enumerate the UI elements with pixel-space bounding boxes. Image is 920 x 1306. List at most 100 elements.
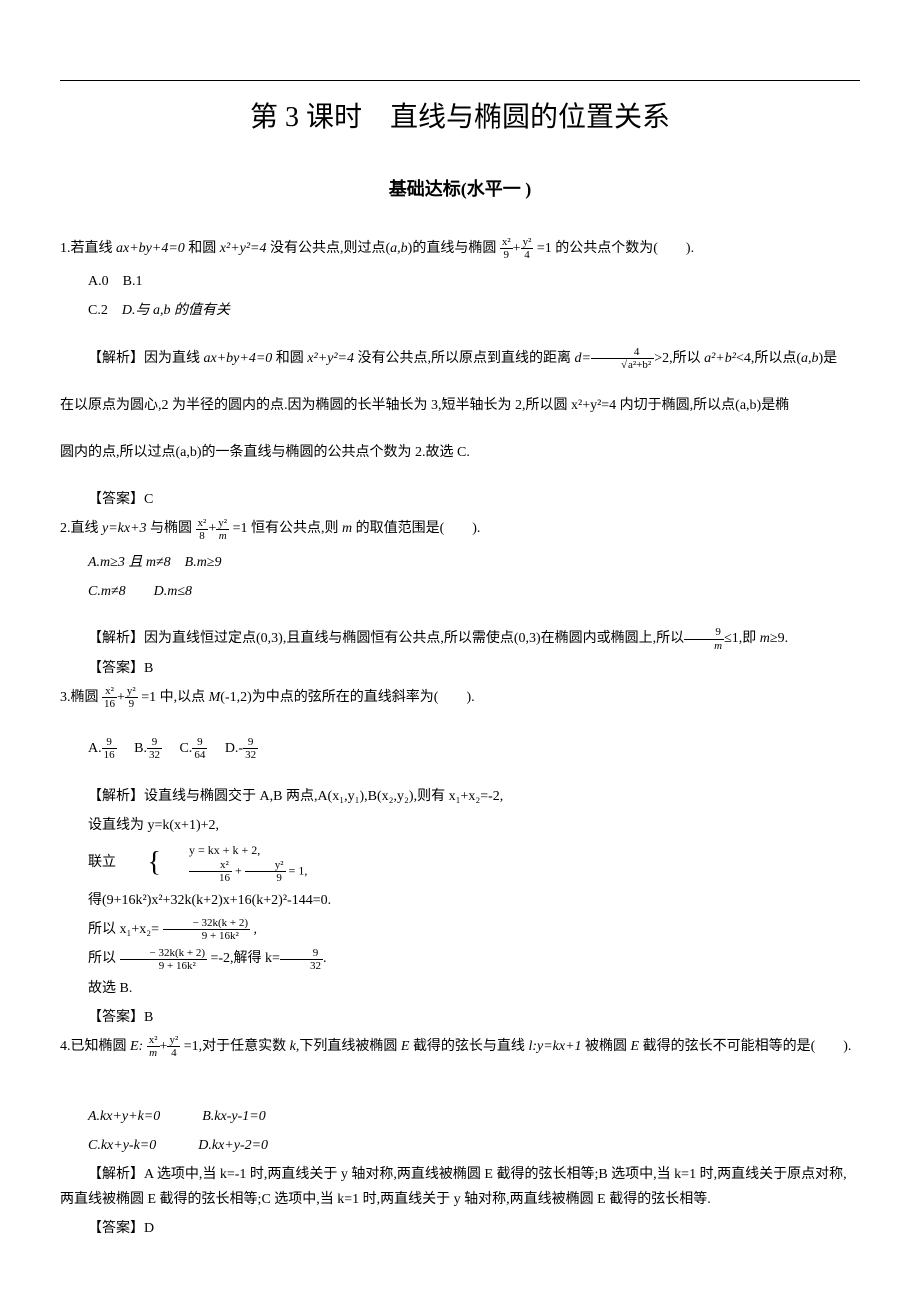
q1-expl-e: <4,所以点( [736,351,801,366]
q3-stem: 3.椭圆 x²16+y²9 =1 中,以点 M(-1,2)为中点的弦所在的直线斜… [60,685,860,710]
q1-expl-a: 【解析】因为直线 [88,351,204,366]
q1-text: 1.若直线 [60,241,116,256]
q1-ab3: a,b [801,351,819,366]
q3-expl5: 所以 x₁+x₂= − 32k(k + 2)9 + 16k² , [60,917,860,942]
q2-c: =1 恒有公共点,则 [233,521,342,536]
q3-a: 3.椭圆 [60,690,99,705]
q2-optB: B.m≥9 [185,555,222,570]
q1-options-row2: C.2 D.与 a,b 的值有关 [60,298,860,323]
q1-explanation-1: 【解析】因为直线 ax+by+4=0 和圆 x²+y²=4 没有公共点,所以原点… [60,346,860,371]
frac-y2-4b: y²4 [167,1034,180,1059]
frac-4-sqrt: 4√a²+b² [591,346,654,371]
q1-expl-f: )是 [819,351,838,366]
left-brace-icon: { [120,849,161,877]
q1-optD: D.与 a,b 的值有关 [122,303,230,318]
q4-options-row1: A.kx+y+k=0 B.kx-y-1=0 [60,1104,860,1129]
q4-optC: C.kx+y-k=0 [88,1138,156,1153]
q3-M: M [209,690,221,705]
plus2: + [208,521,216,536]
q1-options-row1: A.0 B.1 [60,269,860,294]
frac-y2-4: y²4 [521,236,534,261]
q2-eq: y=kx+3 [102,521,147,536]
q2-expl-c: ≥9. [770,631,788,646]
q4-e: 被椭圆 [582,1039,631,1054]
q4-l: l:y=kx+1 [528,1039,581,1054]
frac-9-32b: 932 [243,736,258,761]
frac-x2-m: x²m [147,1034,160,1059]
q3-expl7: 故选 B. [60,976,860,1001]
frac-neg32: − 32k(k + 2)9 + 16k² [163,917,250,942]
q1-optC: C.2 [88,303,108,318]
q2-optC: C.m≠8 [88,584,126,599]
q4-options-row2: C.kx+y-k=0 D.kx+y-2=0 [60,1133,860,1158]
q2-d: 的取值范围是( ). [352,521,480,536]
q3-expl6c: . [323,951,327,966]
q4-explanation: 【解析】A 选项中,当 k=-1 时,两直线关于 y 轴对称,两直线被椭圆 E … [60,1162,860,1212]
q3-optC: C. [179,741,192,756]
q1-expl-c: 没有公共点,所以原点到直线的距离 [354,351,575,366]
q4-answer: 【答案】D [60,1216,860,1241]
q4-f: 截得的弦长不可能相等的是( ). [639,1039,851,1054]
q3-expl6b: =-2,解得 k= [210,951,279,966]
q3-optB: B. [134,741,147,756]
q4-Ep2: E [631,1039,640,1054]
q3-expl5b: , [254,922,258,937]
q1-d: d= [575,351,591,366]
q1-ab2: a²+b² [704,351,736,366]
q4-optB: B.kx-y-1=0 [202,1109,265,1124]
frac-y2-9: y²9 [125,685,138,710]
q3-expl4: 得(9+16k²)x²+32k(k+2)x+16(k+2)²-144=0. [60,888,860,913]
q4-c: ,下列直线被椭圆 [296,1039,401,1054]
q1-text4: )的直线与椭圆 [408,241,497,256]
q1-ab: a,b [390,241,408,256]
q3-expl6a: 所以 [88,951,120,966]
q1-eq1: ax+by+4=0 [116,241,185,256]
q3-expl1: 【解析】设直线与椭圆交于 A,B 两点,A(x₁,y₁),B(x₂,y₂),则有… [60,784,860,809]
q1-explanation-2: 在以原点为圆心,2 为半径的圆内的点.因为椭圆的长半轴长为 3,短半轴长为 2,… [60,393,860,418]
page-title: 第 3 课时 直线与椭圆的位置关系 [60,93,860,143]
equation-system: { y = kx + k + 2, x²16 + y²9 = 1, [120,842,308,884]
q1-expl-d: >2,所以 [654,351,704,366]
q3-optA: A. [88,741,102,756]
frac-9-m: 9m [684,626,724,651]
frac-9-32c: 932 [280,947,323,972]
frac-x2-16: x²16 [102,685,117,710]
page-subtitle: 基础达标(水平一 ) [60,173,860,205]
q4-stem: 4.已知椭圆 E: x²m+y²4 =1,对于任意实数 k,下列直线被椭圆 E … [60,1034,860,1059]
q1-text2: 和圆 [185,241,220,256]
q1-expl-b: 和圆 [272,351,307,366]
q2-a: 2.直线 [60,521,102,536]
q1-stem: 1.若直线 ax+by+4=0 和圆 x²+y²=4 没有公共点,则过点(a,b… [60,236,860,261]
frac-9-16: 916 [102,736,117,761]
frac-9-32: 932 [147,736,162,761]
q4-optA: A.kx+y+k=0 [88,1109,160,1124]
q3-expl3: 联立 { y = kx + k + 2, x²16 + y²9 = 1, [60,842,860,884]
frac-neg32b: − 32k(k + 2)9 + 16k² [120,947,207,972]
plus3: + [117,690,125,705]
q2-expl-b: ≤1,即 [724,631,760,646]
q3-optD: D.- [225,741,243,756]
plus4: + [160,1039,168,1054]
q2-answer: 【答案】B [60,656,860,681]
q3-answer: 【答案】B [60,1005,860,1030]
q4-a: 4.已知椭圆 [60,1039,130,1054]
q1-eq2: x²+y²=4 [220,241,267,256]
sys-row2: x²16 + y²9 = 1, [161,859,307,884]
frac-x2-9: x²9 [500,236,513,261]
q2-stem: 2.直线 y=kx+3 与椭圆 x²8+y²m =1 恒有公共点,则 m 的取值… [60,516,860,541]
q3-expl2: 设直线为 y=k(x+1)+2, [60,813,860,838]
frac-y2-m: y²m [216,517,229,542]
q3-expl3a: 联立 [88,855,116,870]
frac-x2-8: x²8 [196,517,209,542]
q2-explanation: 【解析】因为直线恒过定点(0,3),且直线与椭圆恒有公共点,所以需使点(0,3)… [60,626,860,651]
q3-expl6: 所以 − 32k(k + 2)9 + 16k² =-2,解得 k=932. [60,946,860,971]
q4-d: 截得的弦长与直线 [409,1039,528,1054]
q2-options-row1: A.m≥3 且 m≠8 B.m≥9 [60,550,860,575]
q2-b: 与椭圆 [147,521,193,536]
q3-options: A.916 B.932 C.964 D.-932 [60,736,860,761]
q1-text3: 没有公共点,则过点( [267,241,391,256]
sys-row1: y = kx + k + 2, [161,842,307,859]
q3-expl5a: 所以 x₁+x₂= [88,922,163,937]
q2-optD: D.m≤8 [154,584,192,599]
q4-optD: D.kx+y-2=0 [198,1138,268,1153]
